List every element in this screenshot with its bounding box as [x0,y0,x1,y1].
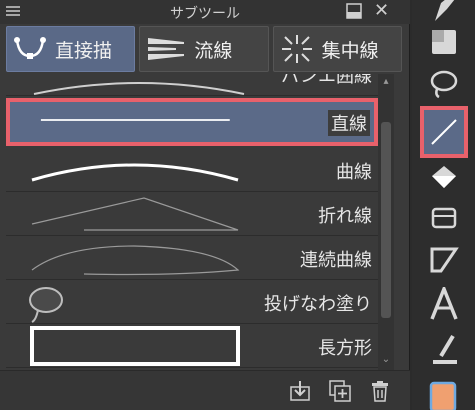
scroll-up-icon[interactable]: ▴ [380,76,392,88]
subtool-label: 連続曲線 [300,250,372,271]
tab-label: 流線 [194,39,233,62]
list-item-lasso-fill[interactable]: 投げなわ塗り [6,280,378,324]
subtool-group-tabs: 直接描 流線 集中線 [6,26,402,72]
tab-stream-line[interactable]: 流線 [139,26,269,72]
line-tool-icon [431,119,457,145]
continuous-curve-preview-icon [31,245,240,276]
balloon-pen-icon [433,334,457,364]
list-item-straight-line[interactable]: 直線 [6,98,378,146]
tab-focus-line[interactable]: 集中線 [272,26,402,72]
direct-draw-icon [14,37,46,59]
close-icon[interactable]: ✕ [374,1,389,21]
subtool-label: 投げなわ塗り [264,294,372,315]
lasso-fill-preview-icon [29,287,63,323]
tab-label: 直接描 [55,39,113,62]
list-item-continuous-curve[interactable]: 連続曲線 [6,236,378,280]
gradient-icon [431,207,457,229]
tool-gradient[interactable] [422,198,466,238]
list-scrollbar[interactable]: ▴ ⌄ [378,74,394,370]
tool-text[interactable] [422,284,466,324]
pen-tool-icon [435,0,455,21]
text-tool-icon [430,287,458,320]
list-item-curve[interactable]: 曲線 [6,148,378,192]
scroll-thumb[interactable] [381,122,391,318]
list-item-rectangle[interactable]: 長方形 [6,324,378,368]
frame-border-icon [430,247,459,273]
tool-frame[interactable] [422,240,466,280]
focus-line-icon [281,35,312,63]
panel-titlebar: サブツール ✕ [0,0,410,24]
scroll-down-icon[interactable]: ⌄ [380,354,392,366]
subtool-label: 曲線 [336,162,372,183]
tool-palette [412,0,475,410]
arc-preview-icon [33,82,245,95]
tab-direct-draw[interactable]: 直接描 [6,26,136,72]
subtool-label: 長方形 [318,338,372,359]
tool-line[interactable] [420,106,468,158]
trash-icon[interactable] [368,379,392,403]
rectangle-preview-icon [30,326,240,366]
lasso-select-icon [430,70,458,99]
download-icon[interactable] [288,379,312,403]
tool-fill[interactable] [422,158,466,198]
subtool-label: 直線 [328,110,370,136]
paint-bucket-icon [432,166,456,188]
tool-balloon[interactable] [422,330,466,370]
polyline-preview-icon [31,197,239,231]
straight-line-preview-icon [40,119,230,121]
tool-color[interactable] [422,376,466,410]
tab-label: 集中線 [321,39,379,62]
tool-figure[interactable] [422,22,466,62]
shape-fill-icon [432,30,456,54]
subtool-list: パンエ囲線 直線 曲線 折れ線 連続曲線 投げなわ塗り 長方形 [6,74,394,370]
subtool-bottom-bar [0,370,410,410]
list-item-frame-border[interactable]: パンエ囲線 [6,74,378,96]
tool-lasso[interactable] [422,64,466,104]
subtool-panel: サブツール ✕ 直接描 流線 集中線 パンエ囲線 直線 曲線 折れ線 連続曲線 … [0,0,410,410]
color-swatch-icon [429,381,457,410]
subtool-label: 折れ線 [318,206,372,227]
stream-line-icon [148,38,185,60]
list-item-polyline[interactable]: 折れ線 [6,192,378,236]
collapse-panel-icon[interactable] [346,3,362,19]
add-copy-icon[interactable] [328,379,352,403]
subtool-label: パンエ囲線 [281,74,372,87]
curve-preview-icon [31,163,239,182]
